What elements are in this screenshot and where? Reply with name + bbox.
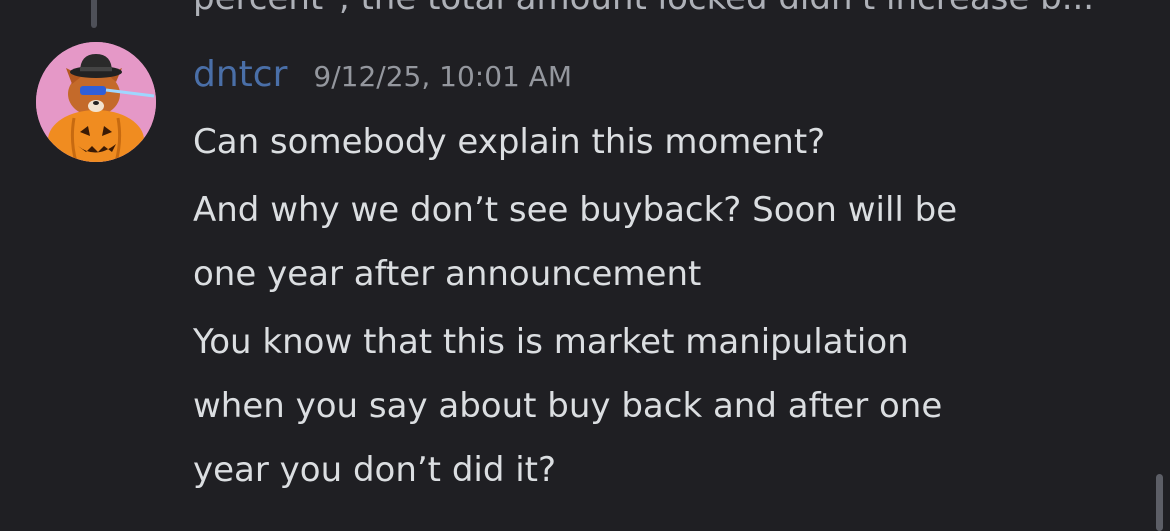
message-paragraph: Can somebody explain this moment? <box>193 110 1123 174</box>
message-paragraph: And why we don’t see buyback? Soon will … <box>193 178 1123 306</box>
message-content: Can somebody explain this moment? And wh… <box>193 110 1123 502</box>
message-line: Can somebody explain this moment? <box>193 122 826 162</box>
message-paragraph: You know that this is market manipulatio… <box>193 310 1123 502</box>
scrollbar-thumb[interactable] <box>1156 474 1163 531</box>
timestamp[interactable]: 9/12/25, 10:01 AM <box>313 60 572 93</box>
message-line: one year after announcement <box>193 254 702 294</box>
previous-message-preview[interactable]: percent", the total amount locked didn't… <box>193 0 1123 18</box>
message-header: dntcr 9/12/25, 10:01 AM <box>193 54 572 100</box>
username[interactable]: dntcr <box>193 54 287 95</box>
message-line: year you don’t did it? <box>193 450 557 490</box>
reply-thread-line <box>91 0 97 28</box>
message-line: when you say about buy back and after on… <box>193 386 943 426</box>
pumpkin-fox-avatar-icon <box>36 42 156 162</box>
user-avatar[interactable] <box>36 42 156 162</box>
message-line: You know that this is market manipulatio… <box>193 322 909 362</box>
message-line: And why we don’t see buyback? Soon will … <box>193 190 958 230</box>
